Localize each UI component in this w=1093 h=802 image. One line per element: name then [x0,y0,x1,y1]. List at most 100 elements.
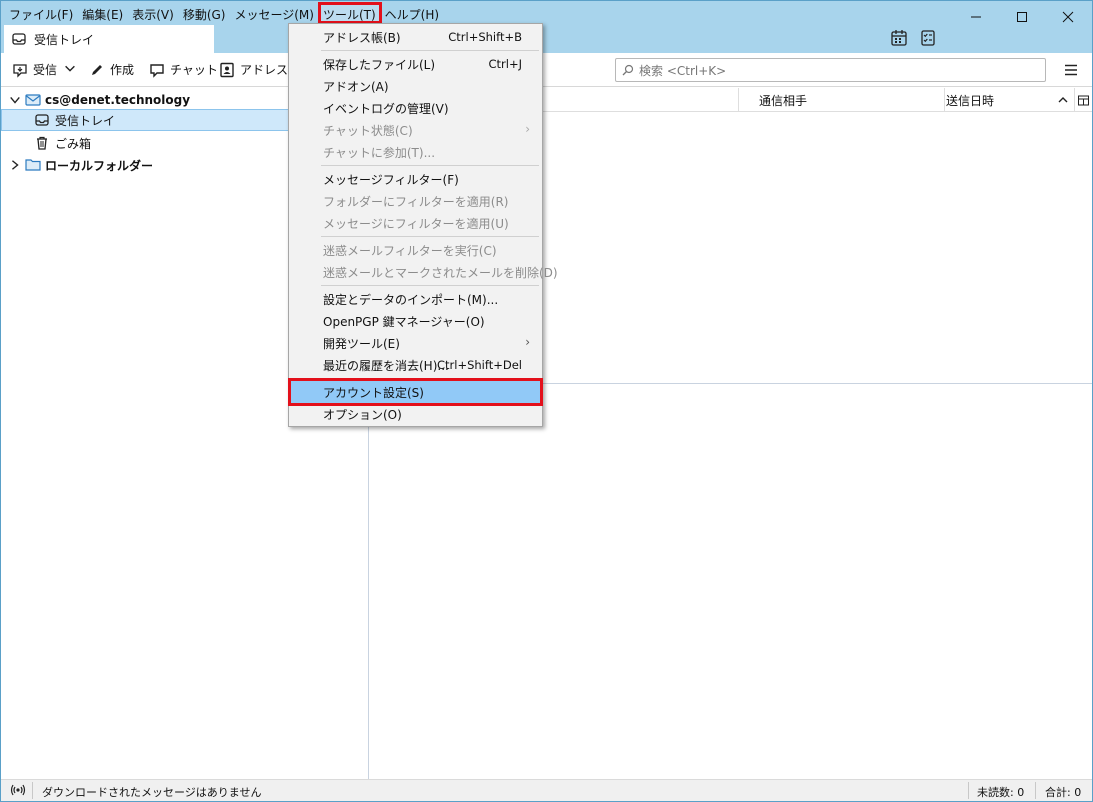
menuitem-label: 開発ツール(E) [323,336,400,351]
menuitem-clear-history[interactable]: 最近の履歴を消去(H)... Ctrl+Shift+Del [291,354,540,376]
menuitem-label: 設定とデータのインポート(M)... [323,292,499,307]
mail-toolbar: 受信 作成 チャット アドレス帳 検索 <Ctrl+K> [1,53,1092,87]
column-date[interactable]: 送信日時 [944,88,1074,112]
title-bar: ファイル(F) 編集(E) 表示(V) 移動(G) メッセージ(M) ツール(T… [1,1,1092,53]
write-button[interactable]: 作成 [89,61,134,78]
menuitem-label: チャット状態(C) [323,123,413,138]
status-separator [32,782,33,799]
menuitem-saved-files[interactable]: 保存したファイル(L) Ctrl+J [291,53,540,75]
menuitem-label: メッセージにフィルターを適用(U) [323,216,509,231]
tasks-icon[interactable] [919,29,937,47]
menuitem-label: 迷惑メールとマークされたメールを削除(D) [323,265,558,280]
menu-separator [321,165,539,166]
minimize-button[interactable] [953,3,999,31]
menu-separator [321,50,539,51]
get-messages-dropdown[interactable] [63,61,77,75]
mail-account-icon [25,94,41,106]
menuitem-label: 迷惑メールフィルターを実行(C) [323,243,497,258]
trash-icon [37,136,47,150]
folder-icon [25,159,41,171]
menu-help[interactable]: ヘルプ(H) [381,3,444,23]
minimize-icon [971,16,981,18]
menuitem-label: アカウント設定(S) [323,385,424,400]
status-separator [968,782,969,799]
submenu-arrow-icon: › [525,122,530,136]
tab-inbox[interactable]: 受信トレイ [4,25,214,53]
chat-icon [150,63,164,78]
status-message: ダウンロードされたメッセージはありません [42,786,262,799]
menuitem-label: フォルダーにフィルターを適用(R) [323,194,509,209]
folder-trash-label: ごみ箱 [55,136,92,151]
column-correspondent[interactable]: 通信相手 [738,88,944,112]
menuitem-event-log[interactable]: イベントログの管理(V) [291,97,540,119]
folder-inbox-label: 受信トレイ [55,113,116,128]
menu-separator [321,285,539,286]
menuitem-label: メッセージフィルター(F) [323,172,459,187]
sort-ascending-icon [1058,97,1068,103]
calendar-icon[interactable] [890,29,908,47]
menuitem-account-settings[interactable]: アカウント設定(S) [288,378,543,406]
menu-message[interactable]: メッセージ(M) [230,3,318,23]
get-messages-button[interactable]: 受信 [12,61,57,78]
search-placeholder: 検索 <Ctrl+K> [639,63,727,78]
write-label: 作成 [110,63,135,77]
menu-separator [321,236,539,237]
menuitem-join-chat[interactable]: チャットに参加(T)... [291,141,540,163]
menu-file[interactable]: ファイル(F) [5,3,78,23]
total-count: 合計: 0 [1045,786,1082,799]
menuitem-addons[interactable]: アドオン(A) [291,75,540,97]
address-book-icon [220,62,234,77]
menuitem-dev-tools[interactable]: 開発ツール(E) › [291,332,540,354]
menu-edit[interactable]: 編集(E) [78,3,128,23]
menuitem-import[interactable]: 設定とデータのインポート(M)... [291,288,540,310]
menu-tools[interactable]: ツール(T) [317,2,382,24]
menuitem-label: アドレス帳(B) [323,30,401,45]
tools-menu: アドレス帳(B) Ctrl+Shift+B 保存したファイル(L) Ctrl+J… [288,23,558,427]
menuitem-address-book[interactable]: アドレス帳(B) Ctrl+Shift+B [291,26,540,48]
download-mail-icon [13,63,27,78]
search-input[interactable]: 検索 <Ctrl+K> [615,58,1046,82]
menuitem-label: アドオン(A) [323,79,389,94]
maximize-icon [1017,12,1027,22]
unread-count: 未読数: 0 [977,786,1025,799]
menu-separator [321,378,539,379]
status-separator [1035,782,1036,799]
menuitem-label: 最近の履歴を消去(H)... [323,358,449,373]
account-name: cs@denet.technology [45,93,191,107]
menuitem-shortcut: Ctrl+Shift+Del [437,358,522,372]
menuitem-label: OpenPGP 鍵マネージャー(O) [323,314,485,329]
menuitem-run-junk-filter[interactable]: 迷惑メールフィルターを実行(C) [291,239,540,261]
close-icon [1062,11,1074,23]
menu-view[interactable]: 表示(V) [128,3,179,23]
close-button[interactable] [1045,3,1091,31]
pencil-icon [92,64,102,75]
column-picker-icon [1078,95,1089,105]
chevron-right-icon [11,160,19,170]
submenu-arrow-icon: › [525,335,530,349]
chevron-down-icon [10,96,20,104]
app-window: ファイル(F) 編集(E) 表示(V) 移動(G) メッセージ(M) ツール(T… [0,0,1093,802]
menuitem-options[interactable]: オプション(O) [291,403,540,425]
menuitem-delete-junk[interactable]: 迷惑メールとマークされたメールを削除(D) [291,261,558,283]
column-correspondent-label: 通信相手 [759,93,808,108]
maximize-button[interactable] [999,3,1045,31]
inbox-icon [35,114,49,126]
menu-go[interactable]: 移動(G) [179,3,231,23]
inbox-icon [12,33,26,45]
tab-label: 受信トレイ [34,32,95,47]
menuitem-label: イベントログの管理(V) [323,101,449,116]
local-folders-label: ローカルフォルダー [45,158,154,173]
menuitem-chat-status[interactable]: チャット状態(C) › [291,119,540,141]
chat-button[interactable]: チャット [149,61,218,78]
menuitem-openpgp[interactable]: OpenPGP 鍵マネージャー(O) [291,310,540,332]
menuitem-shortcut: Ctrl+J [488,57,523,71]
online-status-icon[interactable] [10,783,26,797]
column-picker[interactable] [1074,88,1092,112]
app-menu-icon[interactable] [1063,62,1079,78]
menuitem-run-filters-folder[interactable]: フォルダーにフィルターを適用(R) [291,190,540,212]
menuitem-message-filters[interactable]: メッセージフィルター(F) [291,168,540,190]
menu-bar: ファイル(F) 編集(E) 表示(V) 移動(G) メッセージ(M) ツール(T… [5,2,444,24]
column-date-label: 送信日時 [946,93,995,108]
chevron-down-icon [65,65,75,72]
menuitem-run-filters-message[interactable]: メッセージにフィルターを適用(U) [291,212,540,234]
